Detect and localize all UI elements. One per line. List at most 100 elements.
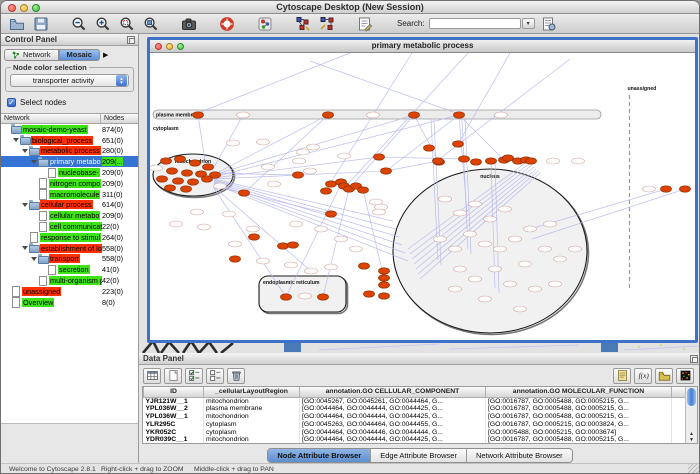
node-gene[interactable] [165,185,176,191]
node-gene[interactable] [471,159,482,165]
node-gene[interactable] [409,112,420,118]
node-gene[interactable] [503,155,514,161]
vizmapper-icon[interactable] [257,16,273,32]
function-builder-button[interactable]: f(x) [634,368,652,384]
tree-row-unassigned[interactable]: unassigned223(0) [1,286,138,297]
search-input[interactable] [429,18,521,29]
tab-node-attribute-browser[interactable]: Node Attribute Browser [268,449,371,462]
node-gene[interactable] [318,294,329,300]
network-canvas[interactable]: plasma membranecytoplasmmitochondrionnuc… [150,53,695,339]
node-gene[interactable] [358,187,369,193]
node-gene[interactable] [459,156,470,162]
tree-row-response-to-stimul[interactable]: response to stimul264(0) [1,232,138,243]
tree-row-biological-process[interactable]: biological_process651(0) [1,135,138,146]
node-gene[interactable] [293,172,304,178]
node-gene[interactable] [379,268,390,274]
hide-selected-icon[interactable] [295,16,311,32]
tab-network[interactable]: Network [4,49,59,61]
node-gene[interactable] [364,291,375,297]
node-gene[interactable] [433,158,444,164]
node-gene[interactable] [193,112,204,118]
import-attributes-button[interactable] [655,368,673,384]
node-gene[interactable] [680,186,691,192]
select-nodes-checkbox[interactable]: ✓ [7,98,16,107]
search-dropdown-button[interactable]: ▾ [522,18,535,29]
unselect-attributes-button[interactable] [206,368,224,384]
resize-grip[interactable] [688,464,699,474]
zoom-in-icon[interactable] [95,16,111,32]
column-network[interactable]: Network [1,114,101,123]
tree-row-multi-organism-pro[interactable]: multi-organism pro42(0) [1,275,138,286]
select-attributes-button[interactable] [185,368,203,384]
node-gene[interactable] [379,282,390,288]
expand-arrow-icon[interactable] [21,149,29,153]
tree-row-nucleobase-[interactable]: nucleobase-209(0) [1,167,138,178]
tree-row-cellular-metabo[interactable]: cellular metabo209(0) [1,210,138,221]
float-data-panel-icon[interactable] [690,355,698,363]
node-gene[interactable] [526,158,537,164]
node-gene[interactable] [239,190,250,196]
node-gene[interactable] [161,158,172,164]
node-gene[interactable] [454,112,465,118]
table-row[interactable]: YLR295Ccytoplasm[GO:0045263, GO:0044464,… [144,420,686,428]
tree-row-metabolic-process[interactable]: metabolic process280(0) [1,146,138,157]
table-mode-button[interactable] [143,368,161,384]
node-gene[interactable] [424,145,435,151]
open-session-icon[interactable] [9,16,25,32]
scrollbar-thumb[interactable] [687,388,696,406]
node-gene[interactable] [230,256,241,262]
zoom-selected-icon[interactable] [119,16,135,32]
tree-row-establishment-of-lo[interactable]: establishment of lo558(0) [1,243,138,254]
tree-row-cellular-process[interactable]: cellular process614(0) [1,200,138,211]
tree-row-primary-metabo[interactable]: primary metabo209(... [1,156,138,167]
node-gene[interactable] [167,168,178,174]
node-gene[interactable] [173,178,184,184]
table-header-ID[interactable]: ID [144,387,204,397]
zoom-fit-icon[interactable] [143,16,159,32]
tree-row-transport[interactable]: transport558(0) [1,254,138,265]
tree-row-cell-communicat[interactable]: cell communicat22(0) [1,221,138,232]
table-row[interactable]: YPL036W__2plasma membrane[GO:0044464, GO… [144,405,686,413]
node-gene[interactable] [190,160,201,166]
matrix-view-button[interactable] [676,368,694,384]
table-header-_cellularLayoutRegion[interactable]: _cellularLayoutRegion [204,387,300,397]
table-header-annotation.GO CELLULAR_COMPONENT[interactable]: annotation.GO CELLULAR_COMPONENT [300,387,486,397]
node-gene[interactable] [326,211,337,217]
tab-network-attribute-browser[interactable]: Network Attribute Browser [467,449,572,462]
node-gene[interactable] [249,234,260,240]
expand-arrow-icon[interactable] [30,160,38,164]
table-row[interactable]: YKR052Ccytoplasm[GO:0044464, GO:0044446,… [144,428,686,436]
zoom-out-icon[interactable] [71,16,87,32]
expand-arrow-icon[interactable] [21,246,29,250]
node-gene[interactable] [210,172,221,178]
create-table-button[interactable] [164,368,182,384]
node-gene[interactable] [281,294,292,300]
table-header-annotation.GO MOLECULAR_FUNCTION[interactable]: annotation.GO MOLECULAR_FUNCTION [486,387,672,397]
tree-row-secretion[interactable]: secretion41(0) [1,264,138,275]
new-network-from-selected-icon[interactable] [319,16,335,32]
node-gene[interactable] [661,186,672,192]
column-nodes[interactable]: Nodes [101,114,138,123]
notes-button[interactable] [613,368,631,384]
node-gene[interactable] [175,156,186,162]
node-gene[interactable] [182,170,193,176]
tree-row-overview[interactable]: Overview8(0) [1,297,138,308]
node-gene[interactable] [486,158,497,164]
tab-mosaic[interactable]: Mosaic [59,49,100,61]
node-gene[interactable] [359,263,370,269]
node-gene[interactable] [181,186,192,192]
tree-row-macromolecule[interactable]: macromolecule311(0) [1,189,138,200]
node-gene[interactable] [374,154,385,160]
network-view-titlebar[interactable]: primary metabolic process [150,40,695,53]
table-row[interactable]: YPL036W__1mitochondrion[GO:0044464, GO:0… [144,413,686,421]
scrollbar-arrows[interactable]: ▲▼ [686,431,697,443]
node-gene[interactable] [379,293,390,299]
expand-arrow-icon[interactable] [30,257,38,261]
snapshot-icon[interactable] [181,16,197,32]
table-row[interactable]: YJR121W__1mitochondrion[GO:0045267, GO:0… [144,397,686,405]
node-gene[interactable] [188,179,199,185]
expand-arrow-icon[interactable] [21,203,29,207]
tree-row-mosaic-demo-yeast[interactable]: mosaic-demo-yeast874(0) [1,124,138,135]
node-gene[interactable] [326,181,337,187]
node-color-dropdown[interactable]: transporter activity ▲▼ [10,74,129,87]
